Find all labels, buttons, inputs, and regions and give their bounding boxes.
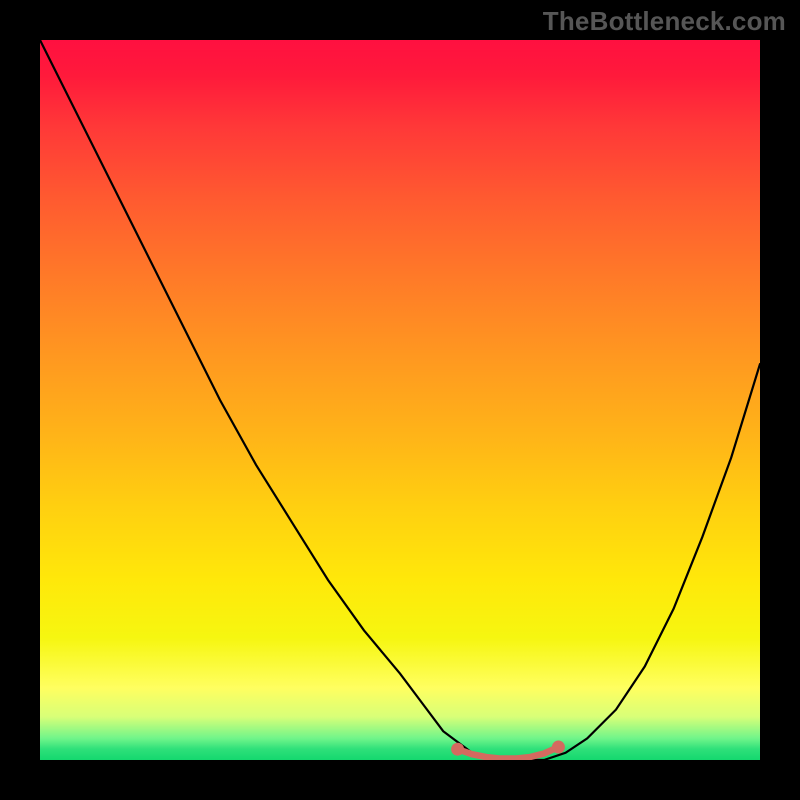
optimal-range-endpoint	[552, 741, 565, 754]
bottleneck-curve	[40, 40, 760, 760]
optimal-range-line	[458, 747, 559, 759]
plot-area	[40, 40, 760, 760]
chart-frame: TheBottleneck.com	[0, 0, 800, 800]
optimal-range-endpoint	[451, 743, 464, 756]
watermark-text: TheBottleneck.com	[543, 6, 786, 37]
curve-layer	[40, 40, 760, 760]
